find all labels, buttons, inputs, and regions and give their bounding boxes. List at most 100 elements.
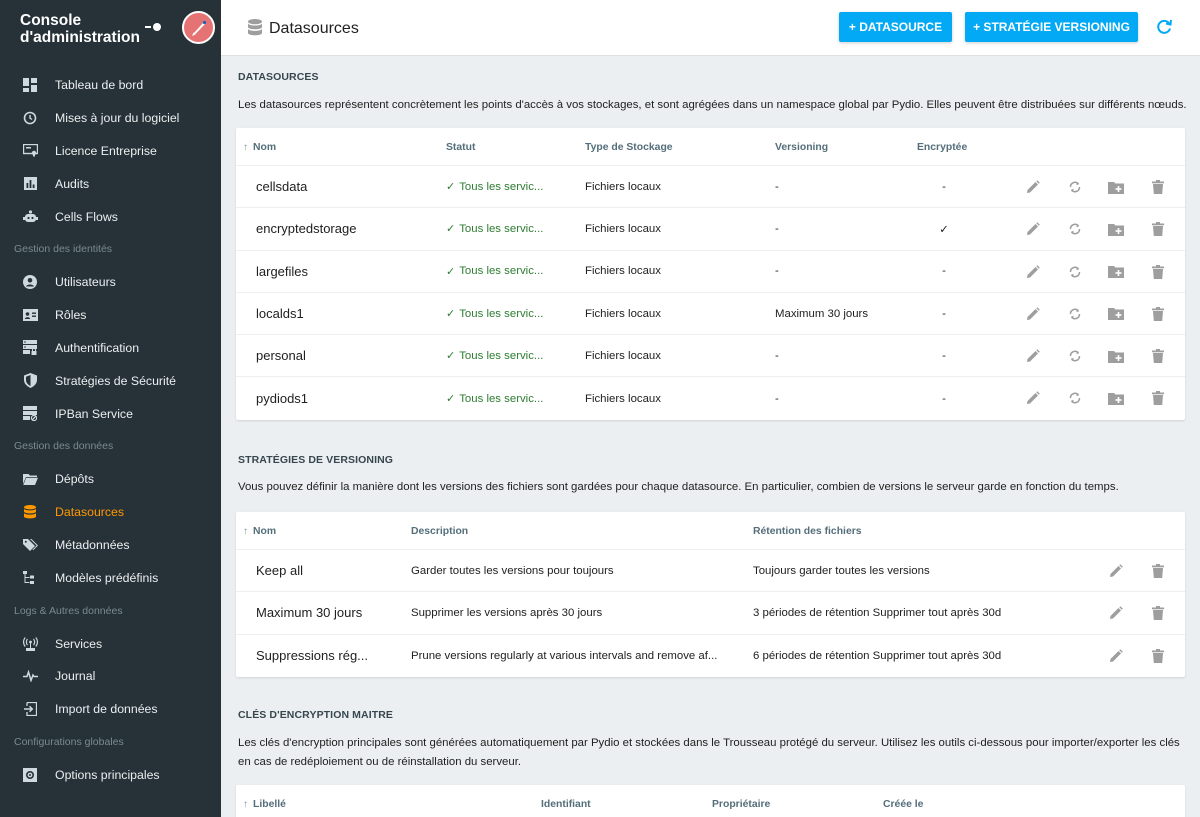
section-logs: Logs & Autres données: [14, 604, 123, 617]
column-header-description[interactable]: Description: [411, 512, 468, 550]
column-header-nom[interactable]: ↑ Nom: [243, 512, 276, 550]
policy-retention: 6 périodes de rétention Supprimer tout a…: [753, 649, 1002, 662]
versioning-policy: -: [775, 392, 779, 405]
delete-icon[interactable]: [1150, 179, 1166, 195]
table-row[interactable]: Keep all Garder toutes les versions pour …: [236, 550, 1185, 593]
page-title: Datasources: [269, 20, 359, 37]
table-row[interactable]: pydiods1 ✓ Tous les servic... Fichiers loca…: [236, 377, 1185, 419]
delete-icon[interactable]: [1150, 390, 1166, 406]
datasource-name: cellsdata: [256, 179, 308, 195]
edit-icon[interactable]: [1025, 221, 1041, 237]
column-header-encrypted[interactable]: Encryptée: [917, 128, 967, 166]
sidebar-item-audits[interactable]: Audits: [0, 167, 221, 200]
policy-retention: Toujours garder toutes les versions: [753, 564, 930, 577]
sidebar-item-metadata[interactable]: Métadonnées: [0, 529, 221, 562]
sidebar-item-users[interactable]: Utilisateurs: [0, 266, 221, 299]
sidebar-item-label: Services: [55, 636, 103, 651]
versioning-section-title: STRATÉGIES DE VERSIONING: [238, 454, 394, 466]
resync-icon[interactable]: [1067, 179, 1083, 195]
versioning-table: ↑ Nom Description Rétention des fichiers …: [236, 512, 1185, 677]
delete-icon[interactable]: [1150, 648, 1166, 664]
sidebar-item-license[interactable]: Licence Entreprise: [0, 135, 221, 168]
resync-icon[interactable]: [1067, 306, 1083, 322]
edit-icon[interactable]: [1025, 306, 1041, 322]
delete-icon[interactable]: [1150, 264, 1166, 280]
column-header-identifier[interactable]: Identifiant: [541, 785, 591, 817]
sidebar-item-security[interactable]: Stratégies de Sécurité: [0, 364, 221, 397]
edit-icon[interactable]: [1025, 390, 1041, 406]
table-row[interactable]: personal ✓ Tous les servic... Fichiers loca…: [236, 335, 1185, 378]
create-folder-icon[interactable]: [1108, 390, 1124, 406]
policy-description: Supprimer les versions après 30 jours: [411, 606, 603, 619]
resync-icon[interactable]: [1067, 348, 1083, 364]
table-row[interactable]: encryptedstorage ✓ Tous les servic... Fichi…: [236, 208, 1185, 251]
create-folder-icon[interactable]: [1108, 306, 1124, 322]
sidebar-item-label: Rôles: [55, 308, 87, 323]
sidebar-item-updates[interactable]: Mises à jour du logiciel: [0, 102, 221, 135]
create-folder-icon[interactable]: [1108, 348, 1124, 364]
column-header-versioning[interactable]: Versioning: [775, 128, 828, 166]
column-header-created[interactable]: Créée le: [883, 785, 923, 817]
check-icon: ✓: [446, 308, 456, 321]
sidebar-item-datasources[interactable]: Datasources: [0, 496, 221, 529]
edit-icon[interactable]: [1025, 264, 1041, 280]
delete-icon[interactable]: [1150, 221, 1166, 237]
column-header-storage[interactable]: Type de Stockage: [585, 128, 673, 166]
sidebar-item-depots[interactable]: Dépôts: [0, 463, 221, 496]
table-row[interactable]: cellsdata ✓ Tous les servic... Fichiers loc…: [236, 166, 1185, 209]
sidebar-item-roles[interactable]: Rôles: [0, 299, 221, 332]
create-folder-icon[interactable]: [1108, 179, 1124, 195]
delete-icon[interactable]: [1150, 348, 1166, 364]
status-label: Tous les servic...: [459, 265, 544, 278]
add-versioning-button[interactable]: + STRATÉGIE VERSIONING: [965, 12, 1138, 42]
resync-icon[interactable]: [1067, 390, 1083, 406]
sidebar-item-services[interactable]: Services: [0, 627, 221, 660]
datasources-section-title: DATASOURCES: [238, 71, 319, 83]
column-header-nom[interactable]: ↑ Nom: [243, 128, 276, 166]
sort-arrow-icon: ↑: [243, 525, 248, 537]
policy-description: Garder toutes les versions pour toujours: [411, 564, 614, 577]
storage-type: Fichiers locaux: [585, 265, 661, 278]
edit-icon[interactable]: [1025, 179, 1041, 195]
sidebar-toggle-icon[interactable]: [145, 22, 161, 32]
delete-icon[interactable]: [1150, 306, 1166, 322]
column-header-retention[interactable]: Rétention des fichiers: [753, 512, 862, 550]
sidebar-item-ipban[interactable]: IPBan Service: [0, 397, 221, 430]
sidebar-item-cells-flows[interactable]: Cells Flows: [0, 200, 221, 233]
sidebar-item-import[interactable]: Import de données: [0, 693, 221, 726]
sidebar-item-main-options[interactable]: Options principales: [0, 759, 221, 792]
services-icon: [22, 636, 38, 652]
edit-icon[interactable]: [1025, 348, 1041, 364]
encrypted-flag: ✓: [939, 223, 949, 236]
resync-icon[interactable]: [1067, 221, 1083, 237]
add-datasource-button[interactable]: + DATASOURCE: [839, 12, 952, 42]
edit-icon[interactable]: [1108, 563, 1124, 579]
resync-icon[interactable]: [1067, 264, 1083, 280]
delete-icon[interactable]: [1150, 563, 1166, 579]
edit-icon[interactable]: [1108, 605, 1124, 621]
table-row[interactable]: Maximum 30 jours Supprimer les versions a…: [236, 592, 1185, 635]
table-row[interactable]: localds1 ✓ Tous les servic... Fichiers loca…: [236, 293, 1185, 336]
sidebar-item-dashboard[interactable]: Tableau de bord: [0, 69, 221, 102]
delete-icon[interactable]: [1150, 605, 1166, 621]
app-title: Console d'administration: [20, 12, 140, 46]
table-row[interactable]: Suppressions rég... Prune versions regula…: [236, 635, 1185, 677]
sidebar-item-auth[interactable]: Authentification: [0, 332, 221, 365]
sidebar: Console d'administration Tableau de bord…: [0, 0, 221, 817]
versioning-policy: -: [775, 265, 779, 278]
create-folder-icon[interactable]: [1108, 264, 1124, 280]
versioning-policy: -: [775, 222, 779, 235]
column-header-owner[interactable]: Propriétaire: [712, 785, 770, 817]
policy-description: Prune versions regularly at various inte…: [411, 649, 718, 662]
check-icon: ✓: [446, 223, 456, 236]
table-row[interactable]: largefiles ✓ Tous les servic... Fichiers lo…: [236, 251, 1185, 293]
column-header-label[interactable]: ↑ Libellé: [243, 785, 286, 817]
create-folder-icon[interactable]: [1108, 221, 1124, 237]
column-header-statut[interactable]: Statut: [446, 128, 475, 166]
sidebar-item-templates[interactable]: Modèles prédéfinis: [0, 561, 221, 594]
status-label: Tous les servic...: [459, 180, 544, 193]
sidebar-item-journal[interactable]: Journal: [0, 660, 221, 693]
refresh-icon[interactable]: [1155, 18, 1173, 36]
edit-icon[interactable]: [1108, 648, 1124, 664]
sidebar-header: Console d'administration: [0, 0, 221, 58]
